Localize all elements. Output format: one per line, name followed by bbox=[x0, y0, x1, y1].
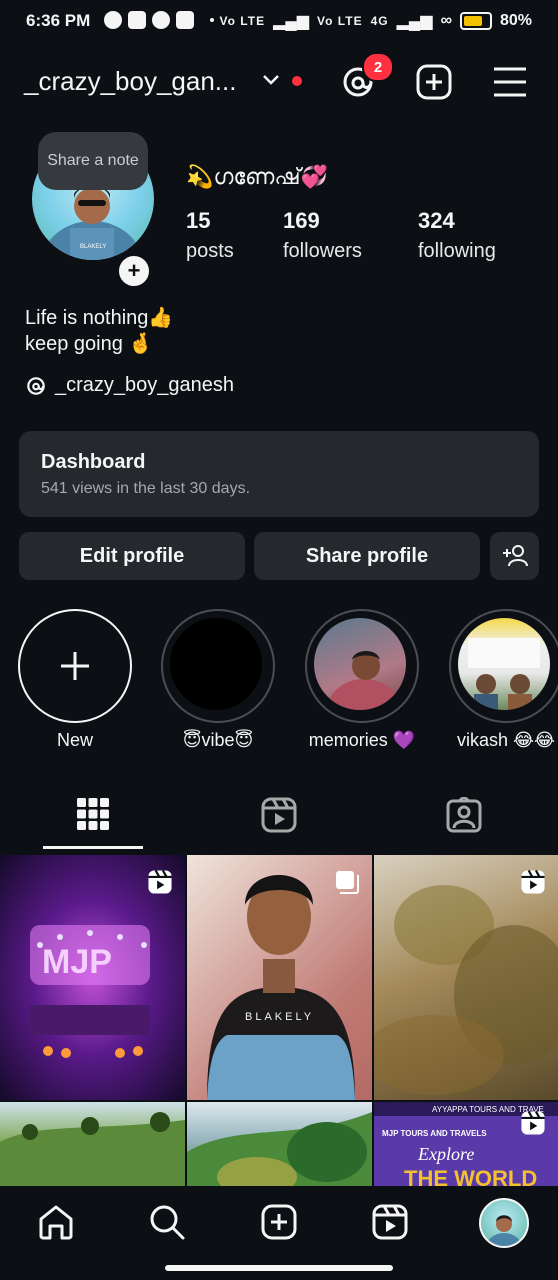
nav-search[interactable] bbox=[149, 1204, 185, 1245]
youtube-icon bbox=[128, 11, 146, 29]
tab-reels[interactable] bbox=[261, 797, 297, 838]
search-icon bbox=[150, 1205, 185, 1240]
chevron-down-icon[interactable] bbox=[262, 70, 280, 91]
highlight-label-memories: memories 💜 bbox=[308, 730, 416, 750]
following-label: following bbox=[418, 240, 496, 262]
threads-badge: 2 bbox=[362, 52, 394, 82]
tab-posts-grid[interactable] bbox=[77, 798, 109, 835]
dashboard-subtitle: 541 views in the last 30 days. bbox=[41, 480, 251, 497]
threads-small-icon bbox=[27, 376, 45, 395]
followers-label: followers bbox=[283, 240, 362, 262]
home-icon bbox=[39, 1205, 73, 1240]
highlight-memories[interactable] bbox=[305, 609, 419, 723]
gesture-home-bar[interactable] bbox=[165, 1265, 393, 1271]
tile-company-text: MJP TOURS AND TRAVELS bbox=[382, 1129, 487, 1138]
edit-profile-button[interactable]: Edit profile bbox=[19, 532, 245, 580]
status-bar: 6:36 PM Vo LTE ▂▄▆ Vo LTE 4G ▂▄▆ ∞ 80% bbox=[0, 0, 558, 40]
stat-followers[interactable]: 169 followers bbox=[283, 208, 362, 263]
nav-home[interactable] bbox=[38, 1204, 74, 1245]
more-notifications-icon bbox=[210, 18, 214, 22]
nav-reels[interactable] bbox=[372, 1204, 408, 1245]
signal-icon-2: ▂▄▆ bbox=[396, 13, 433, 30]
post-tile[interactable] bbox=[187, 1102, 372, 1192]
carousel-indicator-icon bbox=[336, 871, 359, 894]
status-right: Vo LTE ▂▄▆ Vo LTE 4G ▂▄▆ ∞ 80% bbox=[220, 11, 532, 31]
highlight-vikash[interactable] bbox=[449, 609, 558, 723]
tile-explore-text: Explore bbox=[417, 1144, 474, 1164]
share-profile-button[interactable]: Share profile bbox=[254, 532, 480, 580]
nav-create[interactable] bbox=[261, 1204, 297, 1245]
highlight-label-vikash: vikash 😂😂 bbox=[456, 730, 556, 750]
highlight-cover bbox=[170, 618, 262, 710]
youtube-icon bbox=[176, 11, 194, 29]
bio: Life is nothing👍 keep going 🤞 bbox=[25, 305, 173, 357]
highlight-cover bbox=[314, 618, 406, 710]
followers-count: 169 bbox=[283, 208, 320, 233]
alarm-icon bbox=[104, 11, 122, 29]
stat-posts[interactable]: 15 posts bbox=[186, 208, 234, 263]
highlight-label-new: New bbox=[56, 730, 93, 750]
reels-icon bbox=[261, 797, 297, 833]
add-post-icon[interactable] bbox=[414, 62, 454, 102]
post-tile[interactable]: BLAKELY bbox=[187, 855, 372, 1100]
tile-shirt-text: BLAKELY bbox=[245, 1011, 314, 1023]
reel-indicator-icon bbox=[521, 1110, 545, 1135]
bio-line-1: Life is nothing👍 bbox=[25, 307, 174, 329]
battery-icon bbox=[459, 12, 492, 30]
add-person-icon bbox=[502, 545, 528, 567]
status-time: 6:36 PM bbox=[26, 11, 91, 30]
svg-text:BLAKELY: BLAKELY bbox=[80, 244, 106, 250]
username-header[interactable]: _crazy_boy_gan... bbox=[24, 66, 236, 97]
volte-1-label: Vo LTE bbox=[219, 14, 266, 28]
tab-tagged[interactable] bbox=[446, 795, 482, 838]
post-tile[interactable]: AYYAPPA TOURS AND TRAVE MJP TOURS AND TR… bbox=[374, 1102, 558, 1192]
reels-icon bbox=[372, 1204, 408, 1240]
tagged-icon bbox=[446, 795, 482, 833]
highlight-label-vibe: 😇vibe😇 bbox=[182, 730, 254, 750]
discover-people-button[interactable] bbox=[490, 532, 539, 580]
dashboard-card[interactable]: Dashboard 541 views in the last 30 days. bbox=[19, 431, 539, 517]
post-tile[interactable] bbox=[0, 1102, 185, 1192]
menu-icon[interactable] bbox=[490, 62, 530, 102]
notification-icons bbox=[104, 11, 214, 29]
tile-mjp-text: MJP bbox=[42, 943, 112, 981]
tab-active-indicator bbox=[43, 846, 143, 849]
posts-label: posts bbox=[186, 240, 234, 262]
display-name: 💫ഗണേഷ്💞 bbox=[186, 164, 328, 189]
nav-profile-avatar[interactable] bbox=[479, 1198, 529, 1248]
add-story-icon[interactable]: + bbox=[116, 253, 152, 289]
message-icon bbox=[152, 11, 170, 29]
signal-icon: ▂▄▆ bbox=[273, 13, 310, 30]
highlight-cover bbox=[458, 618, 550, 710]
post-tile[interactable]: MJP bbox=[0, 855, 185, 1100]
bio-line-2: keep going 🤞 bbox=[25, 333, 154, 355]
reel-indicator-icon bbox=[521, 869, 545, 894]
threads-handle: _crazy_boy_ganesh bbox=[55, 374, 235, 396]
post-tile[interactable] bbox=[374, 855, 558, 1100]
reel-indicator-icon bbox=[148, 869, 172, 894]
hotspot-icon: ∞ bbox=[440, 12, 452, 29]
plus-icon bbox=[61, 652, 89, 680]
notification-dot bbox=[292, 76, 302, 86]
highlight-vibe[interactable] bbox=[161, 609, 275, 723]
grid-icon bbox=[77, 798, 109, 830]
posts-count: 15 bbox=[186, 208, 211, 233]
create-post-icon bbox=[261, 1204, 297, 1240]
threads-profile-link[interactable]: _crazy_boy_ganesh bbox=[25, 374, 234, 397]
following-count: 324 bbox=[418, 208, 455, 233]
network-type-label: 4G bbox=[370, 14, 389, 28]
volte-2-label: Vo LTE bbox=[317, 14, 363, 28]
battery-percent: 80% bbox=[499, 12, 532, 29]
highlight-new[interactable] bbox=[18, 609, 132, 723]
share-note-bubble[interactable]: Share a note bbox=[38, 132, 148, 190]
dashboard-title: Dashboard bbox=[41, 451, 146, 473]
stat-following[interactable]: 324 following bbox=[418, 208, 496, 263]
